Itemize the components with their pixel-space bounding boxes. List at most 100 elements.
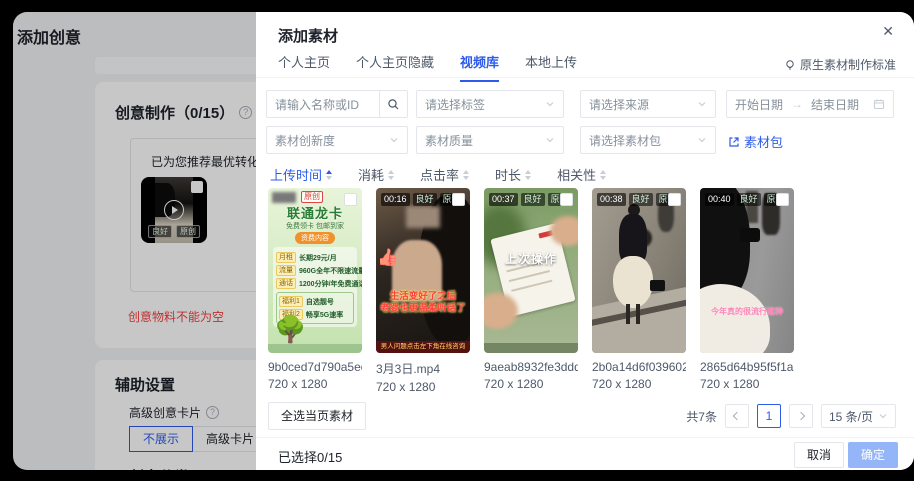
video-figure [700, 284, 770, 353]
chevron-right-icon [796, 411, 806, 421]
innovation-select[interactable]: 素材创新度 [266, 126, 408, 154]
material-thumbnail[interactable]: 00:38 良好 原创 [592, 188, 686, 353]
promo-footer-strip [268, 344, 362, 353]
quality-badge: 良好 [628, 193, 653, 206]
bulb-icon [786, 59, 794, 69]
handbag [650, 280, 665, 291]
close-icon[interactable]: ✕ [882, 23, 894, 40]
sort-label: 时长 [495, 168, 522, 183]
select-all-button[interactable]: 全选当页素材 [268, 402, 367, 430]
native-material-standard-link[interactable]: 原生素材制作标准 [784, 56, 896, 73]
chevron-down-icon [698, 138, 706, 143]
sort-upload-time[interactable]: 上传时间 [270, 165, 333, 184]
material-checkbox[interactable] [344, 193, 357, 206]
cancel-button[interactable]: 取消 [793, 442, 844, 468]
package-link-label: 素材包 [744, 135, 784, 150]
material-resolution: 720 x 1280 [484, 377, 544, 391]
promo-row-value: 畅享5G速率 [305, 311, 344, 319]
promo-row-value: 1200分钟/年免费通话 [299, 280, 362, 288]
sort-label: 上传时间 [270, 168, 323, 183]
hand [484, 293, 518, 329]
page-size-label: 15 条/页 [828, 409, 873, 424]
quality-select[interactable]: 素材质量 [416, 126, 564, 154]
end-date-placeholder: 结束日期 [811, 97, 860, 112]
promo-row-label: 流量 [276, 265, 296, 276]
material-checkbox[interactable] [452, 193, 465, 206]
current-page-button[interactable]: 1 [756, 404, 781, 428]
tag-placeholder: 请选择标签 [425, 97, 486, 112]
tabs-divider [256, 77, 914, 78]
material-name: 9b0ced7d790a5ed8... [268, 360, 362, 374]
sort-cost[interactable]: 消耗 [358, 165, 395, 184]
sort-row: 上传时间 消耗 点击率 时长 相关性 [270, 165, 607, 184]
prev-page-button[interactable] [724, 404, 749, 428]
material-thumbnail[interactable]: 今年真的很流行这种 00:40 良好 原创 [700, 188, 794, 353]
origin-stamp: 原创 [301, 191, 323, 203]
duration-badge: 00:16 [381, 193, 410, 206]
blurred-face [406, 206, 440, 228]
material-resolution: 720 x 1280 [592, 377, 652, 391]
date-arrow: → [791, 97, 804, 111]
overlay-text: 老婆也更温柔听话了 [380, 303, 466, 314]
tag-select[interactable]: 请选择标签 [416, 90, 564, 118]
promo-row-label: 通话 [276, 278, 296, 289]
material-thumbnail[interactable]: 上次操作 00:37 良好 原创 [484, 188, 578, 353]
material-thumbnail[interactable]: 👍 生活变好了之后 老婆也更温柔听话了 男人问题点击左下角在线咨询 00:16 … [376, 188, 470, 353]
search-button[interactable] [379, 91, 407, 117]
blurred-badge [272, 192, 296, 203]
total-count: 共7条 [686, 409, 717, 424]
promo-section-pill: 资费内容 [295, 232, 335, 244]
sort-ctr[interactable]: 点击率 [420, 165, 470, 184]
page-size-select[interactable]: 15 条/页 [820, 404, 896, 428]
start-date-placeholder: 开始日期 [735, 97, 784, 112]
search-icon [388, 98, 399, 109]
standard-link-label: 原生素材制作标准 [799, 58, 896, 72]
chevron-down-icon [546, 138, 554, 143]
material-checkbox[interactable] [560, 193, 573, 206]
innovation-placeholder: 素材创新度 [275, 133, 336, 148]
material-resolution: 720 x 1280 [376, 380, 436, 394]
material-checkbox[interactable] [668, 193, 681, 206]
material-card: 原创 联通龙卡 免费领卡 包邮到家 资费内容 月租 长期29元/月 流量 960G全… [268, 188, 362, 394]
chevron-down-icon [879, 414, 887, 419]
calendar-icon [873, 99, 885, 110]
search-input[interactable]: 请输入名称或ID [266, 90, 408, 118]
next-page-button[interactable] [788, 404, 813, 428]
sort-caret-icon [463, 169, 470, 180]
package-select[interactable]: 请选择素材包 [580, 126, 716, 154]
date-range-picker[interactable]: 开始日期 → 结束日期 [726, 90, 894, 118]
sort-relevance[interactable]: 相关性 [557, 165, 607, 184]
material-name: 2865d64b95f5f1ab1... [700, 360, 794, 374]
sort-label: 相关性 [557, 168, 597, 183]
external-link-icon [729, 136, 739, 147]
hand [550, 216, 578, 246]
material-card: 今年真的很流行这种 00:40 良好 原创 2865d64b95f5f1ab1.… [700, 188, 794, 394]
sort-caret-icon [388, 169, 395, 180]
chevron-down-icon [546, 102, 554, 107]
modal-footer: 已选择0/15 取消 确定 [256, 437, 914, 470]
confirm-button[interactable]: 确定 [847, 442, 898, 468]
material-card: 👍 生活变好了之后 老婆也更温柔听话了 男人问题点击左下角在线咨询 00:16 … [376, 188, 470, 394]
search-placeholder: 请输入名称或ID [275, 97, 360, 112]
material-resolution: 720 x 1280 [268, 377, 328, 391]
material-name: 2b0a14d6f039602c... [592, 360, 686, 374]
chevron-left-icon [732, 411, 742, 421]
sort-duration[interactable]: 时长 [495, 165, 532, 184]
material-name: 3月3日.mp4 [376, 362, 441, 376]
video-figure [636, 304, 640, 324]
source-placeholder: 请选择来源 [589, 97, 650, 112]
card-line [508, 270, 550, 283]
material-package-link[interactable]: 素材包 [728, 132, 783, 151]
quality-placeholder: 素材质量 [425, 133, 474, 148]
source-select[interactable]: 请选择来源 [580, 90, 716, 118]
duration-badge: 00:40 [705, 193, 734, 206]
promo-row-label: 月租 [276, 252, 296, 263]
material-checkbox[interactable] [776, 193, 789, 206]
modal-title: 添加素材 [278, 28, 339, 45]
sort-caret-icon [326, 169, 333, 180]
material-thumbnail[interactable]: 原创 联通龙卡 免费领卡 包邮到家 资费内容 月租 长期29元/月 流量 960G全… [268, 188, 362, 353]
material-card: 上次操作 00:37 良好 原创 9aeab8932fe3dddaf... 72… [484, 188, 578, 394]
tree-icon: 🌳 [274, 314, 307, 344]
promo-row-value: 自选靓号 [305, 298, 334, 306]
pagination: 共7条 1 15 条/页 [686, 404, 896, 428]
